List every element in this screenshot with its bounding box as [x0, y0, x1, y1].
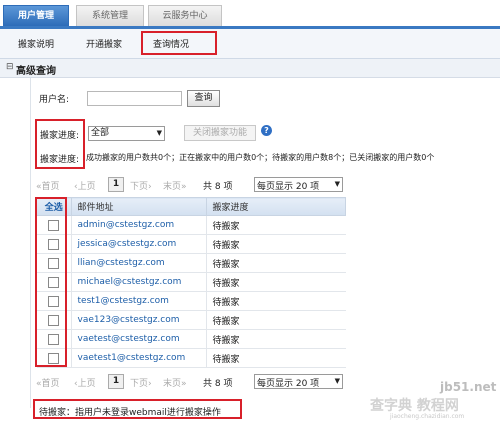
row-status: 待搬家: [206, 291, 346, 311]
row-email[interactable]: vae123@cstestgz.com: [71, 310, 207, 330]
row-email[interactable]: llian@cstestgz.com: [71, 253, 207, 273]
row-status: 待搬家: [206, 310, 346, 330]
top-tab-bar: 用户管理 系统管理 云服务中心: [0, 0, 500, 29]
chevron-down-icon: ▼: [156, 129, 162, 137]
progress-filter-select[interactable]: 全部 ▼: [88, 126, 165, 141]
advanced-query-header[interactable]: ⊟ 高级查询: [0, 59, 500, 78]
chevron-down-icon: ▼: [334, 377, 340, 385]
row-status: 待搬家: [206, 272, 346, 292]
table-row: llian@cstestgz.com 待搬家: [36, 253, 346, 273]
pager-top: «首页 ‹上页 1 下页› 末页» 共 8 项 每页显示 20 项 ▼: [36, 176, 346, 194]
row-email[interactable]: jessica@cstestgz.com: [71, 234, 207, 254]
row-email[interactable]: michael@cstestgz.com: [71, 272, 207, 292]
pager-next[interactable]: 下页›: [130, 179, 152, 192]
table-row: vaetest@cstestgz.com 待搬家: [36, 329, 346, 349]
collapse-toggle-icon[interactable]: ⊟: [6, 62, 14, 72]
pager-total: 共 8 项: [203, 182, 233, 192]
highlight-box-checkbox-column: [35, 197, 67, 367]
highlight-box-footnote: [33, 399, 242, 419]
per-page-value: 每页显示 20 项: [257, 379, 320, 389]
highlight-box-query-status: [141, 31, 217, 55]
subnav-enable-migration[interactable]: 开通搬家: [86, 37, 122, 50]
pager-first[interactable]: «首页: [36, 376, 60, 389]
row-status: 待搬家: [206, 253, 346, 273]
pager-next[interactable]: 下页›: [130, 376, 152, 389]
tab-system-management[interactable]: 系统管理: [76, 5, 144, 26]
row-status: 待搬家: [206, 329, 346, 349]
summary-text: 成功搬家的用户数共0个；正在搬家中的用户数0个；待搬家的用户数8个；已关闭搬家的…: [86, 153, 435, 162]
pager-current-page[interactable]: 1: [108, 177, 124, 192]
table-row: test1@cstestgz.com 待搬家: [36, 291, 346, 311]
tab-cloud-service-center[interactable]: 云服务中心: [148, 5, 222, 26]
table-row: admin@cstestgz.com 待搬家: [36, 215, 346, 235]
table-row: jessica@cstestgz.com 待搬家: [36, 234, 346, 254]
row-email[interactable]: test1@cstestgz.com: [71, 291, 207, 311]
row-status: 待搬家: [206, 215, 346, 235]
pager-prev[interactable]: ‹上页: [74, 179, 96, 192]
pager-current-page[interactable]: 1: [108, 374, 124, 389]
table-row: vaetest1@cstestgz.com 待搬家: [36, 348, 346, 368]
per-page-select[interactable]: 每页显示 20 项 ▼: [254, 374, 343, 389]
username-label: 用户名:: [39, 95, 70, 105]
row-email[interactable]: vaetest@cstestgz.com: [71, 329, 207, 349]
progress-filter-value: 全部: [91, 128, 110, 138]
status-column-header: 搬家进度: [205, 197, 346, 216]
watermark-url: jiaocheng.chazidian.com: [390, 413, 465, 420]
email-column-header: 邮件地址: [70, 197, 207, 216]
watermark-brand: 查字典 教程网: [370, 398, 459, 414]
row-status: 待搬家: [206, 348, 346, 368]
watermark-site: jb51.net: [440, 380, 497, 394]
pager-total: 共 8 项: [203, 379, 233, 389]
highlight-box-progress: [35, 119, 85, 169]
table-row: vae123@cstestgz.com 待搬家: [36, 310, 346, 330]
query-button[interactable]: 查询: [187, 90, 220, 107]
username-input[interactable]: [87, 91, 182, 106]
pager-first[interactable]: «首页: [36, 179, 60, 192]
pager-prev[interactable]: ‹上页: [74, 376, 96, 389]
disable-migration-button[interactable]: 关闭搬家功能: [184, 125, 256, 141]
mailbox-table: 全选 邮件地址 搬家进度 admin@cstestgz.com 待搬家 jess…: [36, 197, 346, 368]
tab-user-management[interactable]: 用户管理: [3, 5, 69, 26]
pager-last[interactable]: 末页»: [163, 376, 187, 389]
pager-last[interactable]: 末页»: [163, 179, 187, 192]
row-email[interactable]: admin@cstestgz.com: [71, 215, 207, 235]
sub-navigation: 搬家说明 开通搬家 查询情况: [0, 29, 500, 59]
row-email[interactable]: vaetest1@cstestgz.com: [71, 348, 207, 368]
help-icon[interactable]: ?: [261, 125, 272, 136]
per-page-select[interactable]: 每页显示 20 项 ▼: [254, 177, 343, 192]
pager-bottom: «首页 ‹上页 1 下页› 末页» 共 8 项 每页显示 20 项 ▼: [36, 373, 346, 391]
section-title: 高级查询: [16, 66, 56, 77]
chevron-down-icon: ▼: [334, 180, 340, 188]
table-row: michael@cstestgz.com 待搬家: [36, 272, 346, 292]
row-status: 待搬家: [206, 234, 346, 254]
subnav-migration-guide[interactable]: 搬家说明: [18, 37, 54, 50]
per-page-value: 每页显示 20 项: [257, 182, 320, 192]
